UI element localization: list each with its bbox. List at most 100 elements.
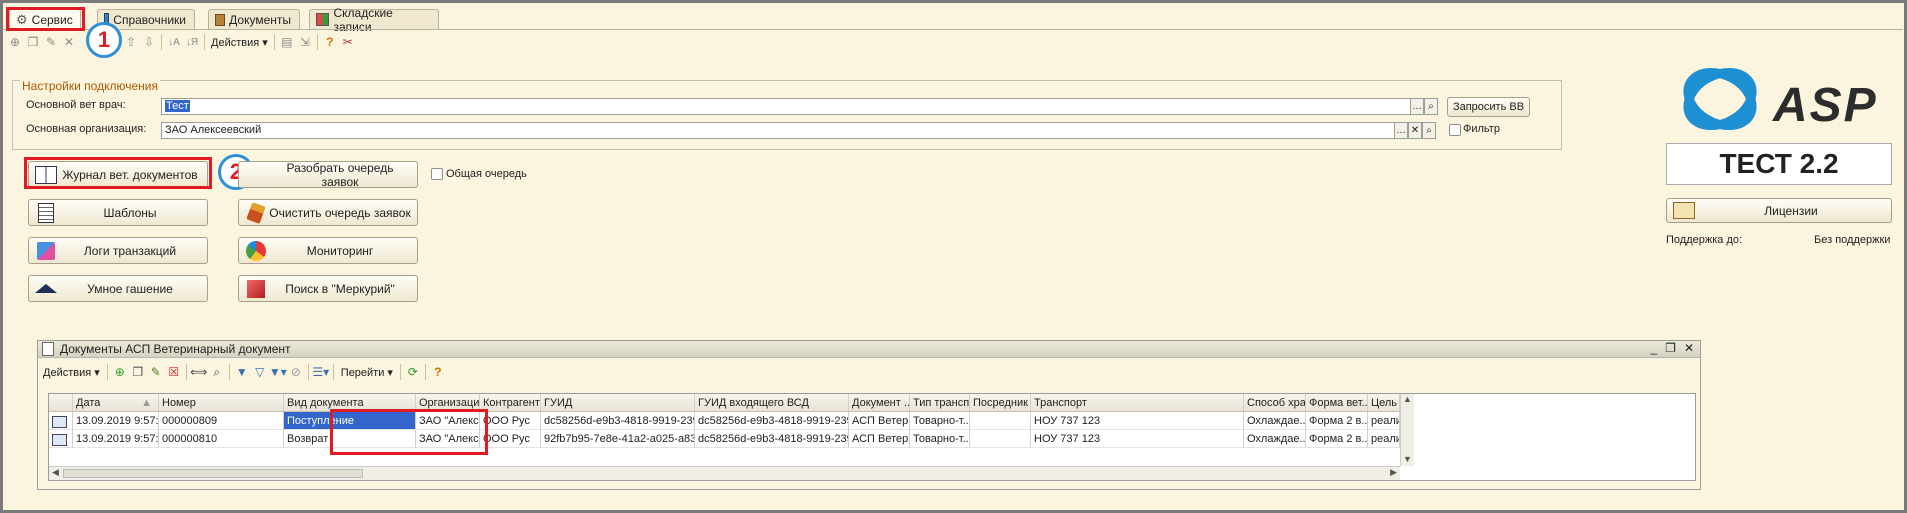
licenses-button[interactable]: Лицензии	[1666, 198, 1892, 223]
cell-storage[interactable]: Охлаждае...	[1244, 430, 1306, 448]
org-search-icon[interactable]: ⌕	[1422, 122, 1436, 139]
hierarchy-icon[interactable]: ☰▾	[312, 363, 330, 381]
add-icon[interactable]: ⊕	[6, 33, 24, 51]
delete-icon[interactable]: ☒	[165, 363, 183, 381]
sort-desc-icon[interactable]: ↓Я	[183, 33, 201, 51]
parse-queue-button[interactable]: Разобрать очередь заявок	[238, 161, 418, 189]
filter-clear-icon[interactable]: ⊘	[287, 363, 305, 381]
horizontal-scrollbar[interactable]: ◀ ▶	[49, 466, 1400, 480]
cell-intermediary[interactable]	[970, 412, 1031, 430]
cell-intermediary[interactable]	[970, 430, 1031, 448]
cell-guid[interactable]: 92fb7b95-7e8e-41a2-a025-a83667...	[541, 430, 695, 448]
cell-transport[interactable]: НОУ 737 123	[1031, 412, 1244, 430]
column-header-date[interactable]: Дата ▲	[73, 394, 159, 412]
vet-input[interactable]: Тест	[161, 98, 1411, 115]
column-header-transport[interactable]: Транспорт	[1031, 394, 1244, 412]
column-header-intermediary[interactable]: Посредник	[970, 394, 1031, 412]
column-header-incoming-guid[interactable]: ГУИД входящего ВСД	[695, 394, 849, 412]
edit-icon[interactable]: ✎	[147, 363, 165, 381]
column-header-counterparty[interactable]: Контрагент	[480, 394, 541, 412]
cell-transport-type[interactable]: Товарно-т...	[910, 430, 970, 448]
vet-search-icon[interactable]: ⌕	[1424, 98, 1438, 115]
cell-counterparty[interactable]: ООО Рус	[480, 412, 541, 430]
help-icon[interactable]: ?	[429, 363, 447, 381]
minimize-icon[interactable]: _	[1650, 341, 1657, 355]
restore-icon[interactable]: ❐	[1665, 341, 1676, 355]
column-header-transport-type[interactable]: Тип трансп...	[910, 394, 970, 412]
refresh-icon[interactable]: ⟳	[404, 363, 422, 381]
vet-label: Основной вет врач:	[26, 99, 126, 111]
cell-incoming-guid[interactable]: dc58256d-e9b3-4818-9919-239698...	[695, 412, 849, 430]
cell-document[interactable]: АСП Ветер...	[849, 430, 910, 448]
cell-transport-type[interactable]: Товарно-т...	[910, 412, 970, 430]
add-icon[interactable]: ⊕	[111, 363, 129, 381]
templates-button[interactable]: Шаблоны	[28, 199, 208, 226]
support-label: Поддержка до:	[1666, 234, 1743, 246]
tx-logs-button[interactable]: Логи транзакций	[28, 237, 208, 264]
column-header-document[interactable]: Документ ...	[849, 394, 910, 412]
cell-number[interactable]: 000000810	[159, 430, 284, 448]
monitoring-button[interactable]: Мониторинг	[238, 237, 418, 264]
cell-storage[interactable]: Охлаждае...	[1244, 412, 1306, 430]
cell-transport[interactable]: НОУ 737 123	[1031, 430, 1244, 448]
cell-counterparty[interactable]: ООО Рус	[480, 430, 541, 448]
cell-date[interactable]: 13.09.2019 9:57:13	[73, 412, 159, 430]
cell-date[interactable]: 13.09.2019 9:57:15	[73, 430, 159, 448]
org-select-button[interactable]: …	[1394, 122, 1408, 139]
org-input[interactable]: ЗАО Алексеевский	[161, 122, 1395, 139]
filter-icon[interactable]: ▼	[233, 363, 251, 381]
asp-logo-icon	[1680, 64, 1760, 134]
vertical-scrollbar[interactable]: ▲ ▼	[1400, 394, 1414, 466]
tab-documents[interactable]: Документы	[208, 9, 300, 29]
logo-text: ASP	[1773, 79, 1878, 132]
help-icon[interactable]: ?	[321, 33, 339, 51]
column-header-vet-form[interactable]: Форма вет...	[1306, 394, 1368, 412]
copy-icon[interactable]: ❐	[24, 33, 42, 51]
smart-cancel-button[interactable]: Умное гашение	[28, 275, 208, 302]
request-vv-button[interactable]: Запросить ВВ	[1447, 97, 1530, 117]
copy-icon[interactable]: ❐	[129, 363, 147, 381]
actions-menu[interactable]: Действия ▾	[208, 36, 271, 49]
common-queue-checkbox[interactable]	[431, 168, 443, 180]
export-icon[interactable]: ⇲	[296, 33, 314, 51]
arrow-up-icon[interactable]: ⇧	[122, 33, 140, 51]
close-icon[interactable]: ✕	[1684, 341, 1694, 355]
cell-number[interactable]: 000000809	[159, 412, 284, 430]
delete-icon[interactable]: ✕	[60, 33, 78, 51]
column-header-storage[interactable]: Способ хра...	[1244, 394, 1306, 412]
org-clear-icon[interactable]: ✕	[1408, 122, 1422, 139]
sort-asc-icon[interactable]: ↓A	[165, 33, 183, 51]
cell-document[interactable]: АСП Ветер...	[849, 412, 910, 430]
tab-warehouse[interactable]: Складские записи	[309, 6, 439, 34]
version-label: ТЕСТ 2.2	[1666, 143, 1892, 185]
column-header-guid[interactable]: ГУИД	[541, 394, 695, 412]
scroll-thumb[interactable]	[63, 469, 363, 478]
tools-icon[interactable]: ✂	[339, 33, 357, 51]
sort-asc-icon: ▲	[141, 397, 152, 409]
clear-queue-button[interactable]: Очистить очередь заявок	[238, 199, 418, 226]
print-icon[interactable]: ▤	[278, 33, 296, 51]
docs-actions-menu[interactable]: Действия ▾	[38, 366, 104, 379]
arrow-down-icon[interactable]: ⇩	[140, 33, 158, 51]
filter-checkbox[interactable]	[1449, 124, 1461, 136]
cell-vet-form[interactable]: Форма 2 в...	[1306, 430, 1368, 448]
filter-list-icon[interactable]: ▽	[251, 363, 269, 381]
find-icon[interactable]: ⌕	[208, 363, 226, 381]
connection-settings-title: Настройки подключения	[20, 79, 160, 93]
filter-dropdown-icon[interactable]: ▼▾	[269, 363, 287, 381]
cell-incoming-guid[interactable]: dc58256d-e9b3-4818-9919-239698...	[695, 430, 849, 448]
vet-select-button[interactable]: …	[1410, 98, 1424, 115]
documents-window-titlebar: Документы АСП Ветеринарный документ _ ❐ …	[38, 341, 1700, 358]
cell-guid[interactable]: dc58256d-e9b3-4818-9919-239698...	[541, 412, 695, 430]
cell-purpose[interactable]: реали	[1368, 430, 1400, 448]
goto-menu[interactable]: Перейти ▾	[337, 366, 397, 379]
clipboard-icon	[33, 202, 59, 224]
swap-icon[interactable]: ⟺	[190, 363, 208, 381]
column-header-number[interactable]: Номер	[159, 394, 284, 412]
cell-purpose[interactable]: реали	[1368, 412, 1400, 430]
mercury-search-button[interactable]: Поиск в "Меркурий"	[238, 275, 418, 302]
row-icon-header	[49, 394, 73, 412]
column-header-purpose[interactable]: Цель	[1368, 394, 1400, 412]
cell-vet-form[interactable]: Форма 2 в...	[1306, 412, 1368, 430]
edit-icon[interactable]: ✎	[42, 33, 60, 51]
